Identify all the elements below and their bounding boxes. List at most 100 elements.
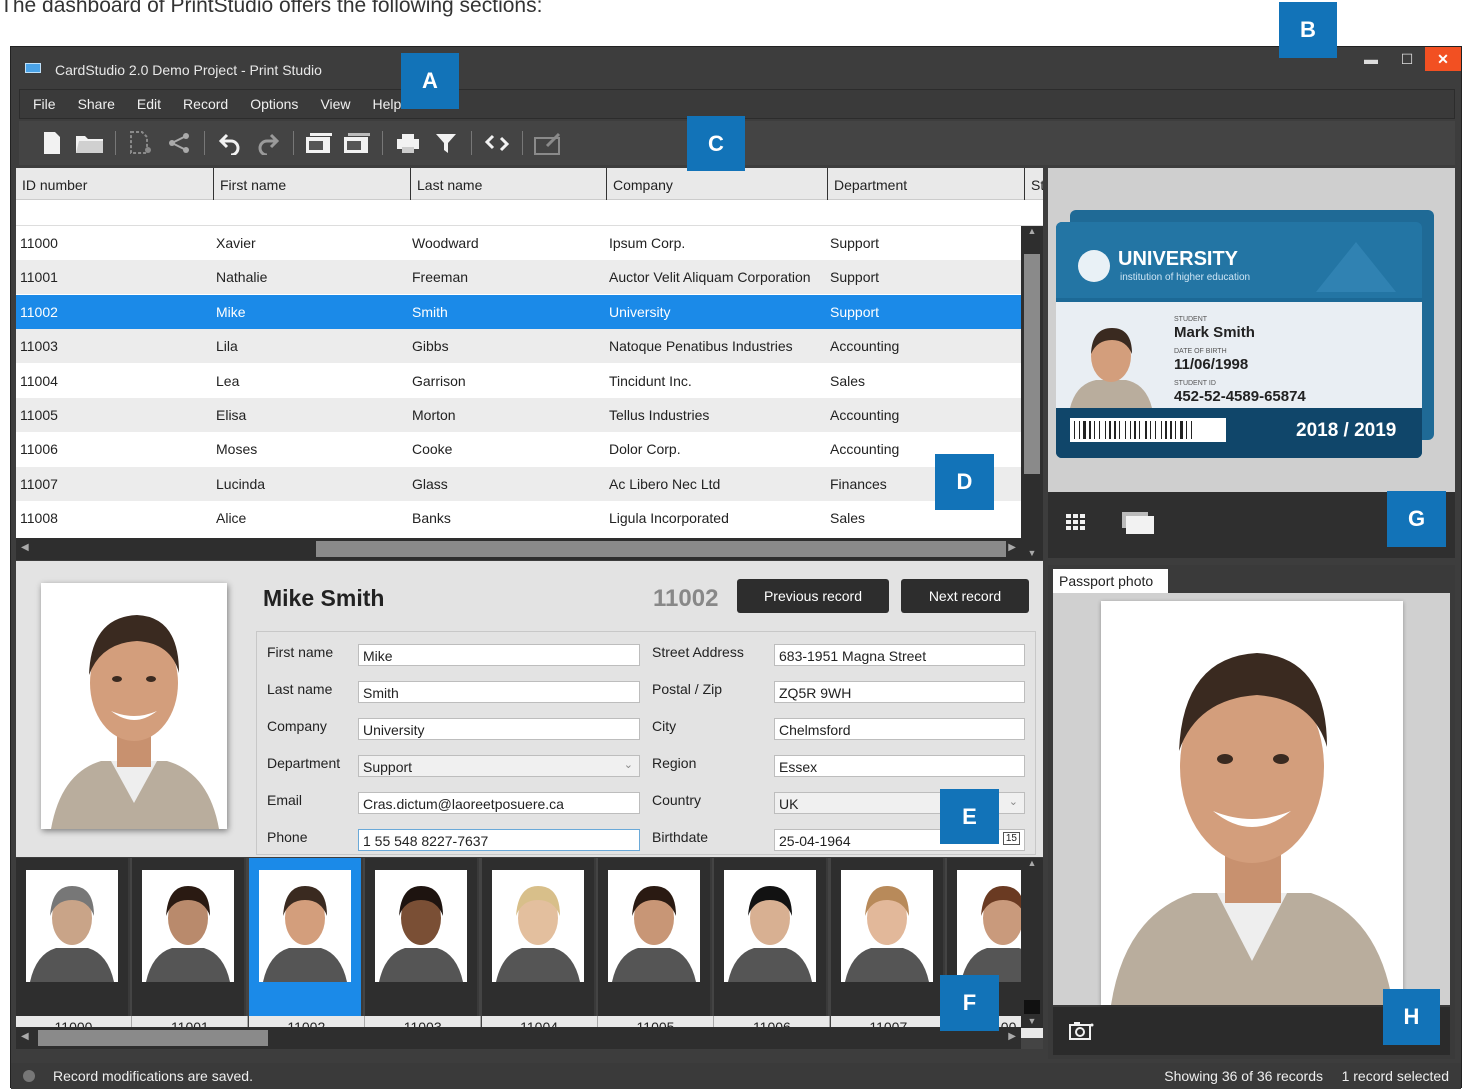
close-button[interactable]: ✕ [1425, 47, 1461, 71]
scroll-right-icon[interactable]: ▶ [1008, 1031, 1016, 1042]
cell-first-name: Nathalie [216, 269, 268, 286]
toolbar-separator [522, 131, 523, 155]
edit-card-icon[interactable] [529, 126, 567, 160]
cell-department: Accounting [830, 441, 900, 458]
card-front: UNIVERSITY institution of higher educati… [1056, 222, 1422, 458]
table-row[interactable]: 11008 Alice Banks Ligula Incorporated Sales [16, 501, 1021, 535]
email-field[interactable]: Cras.dictum@laoreetposuere.ca [358, 792, 640, 814]
print-batch-icon[interactable] [338, 126, 376, 160]
minimize-button[interactable]: ▬ [1353, 47, 1389, 71]
menu-view[interactable]: View [307, 96, 359, 112]
birthdate-label: Birthdate [652, 829, 709, 845]
marker-h: H [1383, 989, 1440, 1045]
marker-b: B [1279, 2, 1337, 58]
menu-options[interactable]: Options [237, 96, 307, 112]
card-stack-icon[interactable] [1122, 512, 1156, 541]
cell-last-name: Woodward [412, 235, 479, 251]
table-row[interactable]: 11007 Lucinda Glass Ac Libero Nec Ltd Financ… [16, 466, 1021, 501]
scroll-thumb[interactable] [316, 541, 1006, 557]
postal-zip-field[interactable]: ZQ5R 9WH [774, 681, 1025, 703]
app-window: CardStudio 2.0 Demo Project - Print Stud… [10, 46, 1462, 1089]
street-address-field[interactable]: 683-1951 Magna Street [774, 644, 1025, 666]
table-row[interactable]: 11005 Elisa Morton Tellus Industries Account… [16, 398, 1021, 432]
table-row[interactable]: 11006 Moses Cooke Dolor Corp. Accounting [16, 432, 1021, 466]
thumbnail-photo [258, 870, 351, 982]
phone-field[interactable]: 1 55 548 8227-7637 [358, 829, 640, 851]
tab-passport-photo[interactable]: Passport photo [1053, 569, 1168, 593]
region-label: Region [652, 755, 697, 771]
strip-horizontal-scrollbar[interactable]: ◀ ▶ [16, 1027, 1021, 1049]
scroll-left-icon[interactable]: ◀ [21, 542, 29, 553]
cell-last-name: Gibbs [412, 338, 449, 355]
cell-id: 11007 [20, 475, 58, 492]
thumbnail-photo [26, 870, 118, 982]
country-value: UK [779, 796, 799, 812]
photo-thumbnail[interactable] [248, 858, 363, 1016]
table-row[interactable]: 11000 Xavier Woodward Ipsum Corp. Support [16, 226, 1021, 260]
table-row[interactable]: 11001 Nathalie Freeman Auctor Velit Aliquam… [16, 260, 1021, 295]
cell-department: Sales [830, 510, 866, 527]
cell-id: 11005 [20, 407, 58, 423]
menu-share[interactable]: Share [65, 96, 124, 112]
passport-photo [1101, 601, 1403, 1005]
first-name-field[interactable]: Mike [358, 644, 640, 666]
table-row[interactable]: 11004 Lea Garrison Tincidunt Inc. Sales [16, 364, 1021, 398]
sync-icon[interactable] [478, 126, 516, 160]
previous-record-button[interactable]: Previous record [737, 579, 889, 613]
id-card-preview: UNIVERSITY institution of higher educati… [1056, 210, 1434, 458]
maximize-button[interactable]: ☐ [1389, 47, 1425, 71]
status-record-count: Showing 36 of 36 records [1164, 1068, 1323, 1084]
photo-thumbnail[interactable] [598, 858, 712, 1016]
filter-icon[interactable] [427, 126, 465, 160]
card-university: UNIVERSITY [1118, 248, 1239, 270]
card-grid-icon[interactable] [1066, 514, 1090, 539]
scroll-thumb[interactable] [1024, 254, 1040, 474]
menu-edit[interactable]: Edit [124, 96, 170, 112]
company-field[interactable]: University [358, 718, 640, 740]
cell-first-name: Mike [216, 303, 246, 320]
photo-thumbnail[interactable] [132, 858, 247, 1016]
last-name-field[interactable]: Smith [358, 681, 640, 703]
scroll-down-icon[interactable]: ▼ [1021, 1016, 1043, 1026]
photo-thumbnail[interactable] [16, 858, 130, 1016]
grid-vertical-scrollbar[interactable]: ▲ ▼ [1021, 226, 1043, 560]
scroll-left-icon[interactable]: ◀ [21, 1031, 29, 1042]
scroll-up-icon[interactable]: ▲ [1021, 226, 1043, 236]
department-select[interactable]: Support ⌄ [358, 755, 640, 777]
toolbar-separator [204, 131, 205, 155]
photo-thumbnail[interactable] [481, 858, 596, 1016]
menu-record[interactable]: Record [170, 96, 237, 112]
cell-last-name: Cooke [412, 441, 453, 458]
filter-row[interactable] [16, 200, 1043, 226]
city-field[interactable]: Chelmsford [774, 718, 1025, 740]
photo-thumbnail[interactable] [830, 858, 945, 1016]
table-row[interactable]: 11002 Mike Smith University Support [16, 294, 1021, 329]
share-icon[interactable] [160, 126, 198, 160]
table-row[interactable]: 11003 Lila Gibbs Natoque Penatibus Industri… [16, 329, 1021, 364]
camera-icon[interactable] [1069, 1021, 1095, 1046]
redo-icon[interactable] [249, 126, 287, 160]
open-folder-icon[interactable] [71, 126, 109, 160]
scroll-right-icon[interactable]: ▶ [1008, 542, 1016, 553]
scroll-thumb[interactable] [1024, 1000, 1040, 1014]
strip-vertical-scrollbar[interactable]: ▲ ▼ [1021, 858, 1043, 1028]
scroll-up-icon[interactable]: ▲ [1021, 858, 1043, 868]
region-field[interactable]: Essex [774, 755, 1025, 777]
grid-horizontal-scrollbar[interactable]: ◀ ▶ [16, 538, 1021, 560]
scroll-down-icon[interactable]: ▼ [1021, 548, 1043, 558]
photo-thumbnail[interactable] [365, 858, 480, 1016]
printer-icon[interactable] [389, 126, 427, 160]
export-icon[interactable] [122, 126, 160, 160]
new-document-icon[interactable] [33, 126, 71, 160]
print-card-icon[interactable] [300, 126, 338, 160]
menu-file[interactable]: File [20, 96, 65, 112]
next-record-button[interactable]: Next record [901, 579, 1029, 613]
cell-first-name: Lucinda [216, 475, 266, 492]
photo-thumbnail[interactable] [714, 858, 829, 1016]
scroll-thumb[interactable] [38, 1030, 268, 1046]
cell-company: Auctor Velit Aliquam Corporation [609, 269, 811, 286]
undo-icon[interactable] [211, 126, 249, 160]
calendar-icon[interactable]: 15 [1002, 832, 1020, 845]
cell-first-name: Xavier [216, 235, 256, 251]
status-selection-count: 1 record selected [1341, 1068, 1449, 1084]
